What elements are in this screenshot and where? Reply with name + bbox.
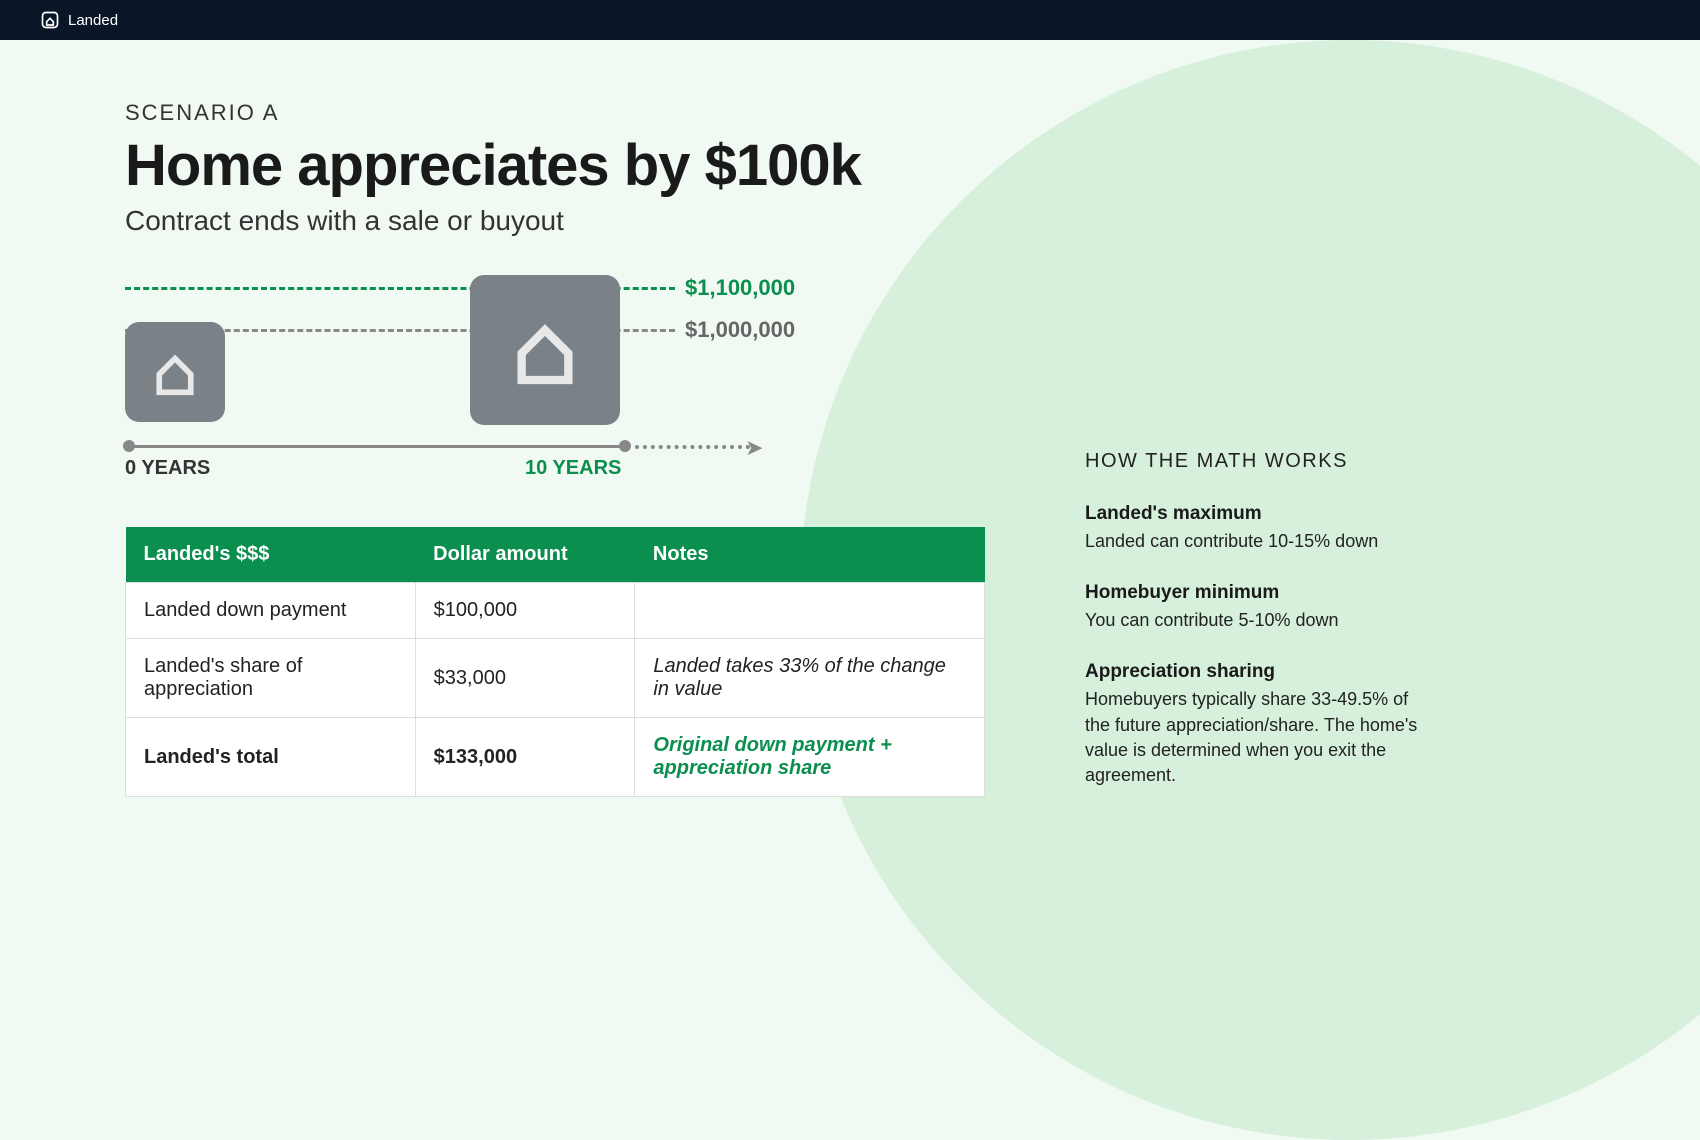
sidebar-heading: Homebuyer minimum (1085, 582, 1425, 604)
start-value-label: $1,000,000 (685, 317, 795, 343)
timeline-start-label: 0 YEARS (125, 457, 210, 480)
total-label: Landed's total (126, 718, 416, 797)
row-note (635, 583, 985, 639)
house-icon (148, 345, 202, 399)
sidebar-block: Landed's maximum Landed can contribute 1… (1085, 503, 1425, 554)
house-large-icon (470, 275, 620, 425)
sidebar-heading: Appreciation sharing (1085, 661, 1425, 683)
brand-logo: Landed (40, 10, 118, 30)
total-note: Original down payment + appreciation sha… (635, 718, 985, 797)
main-column: SCENARIO A Home appreciates by $100k Con… (125, 100, 1005, 816)
timeline-dot-end (619, 440, 631, 452)
breakdown-table: Landed's $$$ Dollar amount Notes Landed … (125, 527, 985, 797)
row-amount: $100,000 (415, 583, 635, 639)
row-label: Landed's share of appreciation (126, 639, 416, 718)
sidebar-heading: Landed's maximum (1085, 503, 1425, 525)
arrow-icon: ➤ (745, 435, 763, 461)
timeline-dot-start (123, 440, 135, 452)
scenario-eyebrow: SCENARIO A (125, 100, 1005, 126)
house-icon (505, 310, 585, 390)
sidebar-block: Appreciation sharing Homebuyers typicall… (1085, 661, 1425, 788)
table-row: Landed's share of appreciation $33,000 L… (126, 639, 985, 718)
table-total-row: Landed's total $133,000 Original down pa… (126, 718, 985, 797)
table-header: Notes (635, 527, 985, 583)
sidebar: HOW THE MATH WORKS Landed's maximum Land… (1085, 100, 1425, 816)
top-bar: Landed (0, 0, 1700, 40)
sidebar-block: Homebuyer minimum You can contribute 5-1… (1085, 582, 1425, 633)
appreciation-diagram: $1,100,000 $1,000,000 ➤ 0 YEARS (125, 277, 1005, 497)
row-amount: $33,000 (415, 639, 635, 718)
page-title: Home appreciates by $100k (125, 132, 1005, 199)
page-subtitle: Contract ends with a sale or buyout (125, 205, 1005, 237)
sidebar-body: You can contribute 5-10% down (1085, 608, 1425, 633)
table-header-row: Landed's $$$ Dollar amount Notes (126, 527, 985, 583)
timeline-dotted (635, 445, 750, 449)
total-amount: $133,000 (415, 718, 635, 797)
timeline-track (125, 445, 625, 448)
brand-name: Landed (68, 12, 118, 29)
content: SCENARIO A Home appreciates by $100k Con… (0, 40, 1700, 816)
row-note: Landed takes 33% of the change in value (635, 639, 985, 718)
sidebar-body: Landed can contribute 10-15% down (1085, 529, 1425, 554)
sidebar-title: HOW THE MATH WORKS (1085, 450, 1425, 473)
end-value-label: $1,100,000 (685, 275, 795, 301)
house-small-icon (125, 322, 225, 422)
table-row: Landed down payment $100,000 (126, 583, 985, 639)
table-header: Landed's $$$ (126, 527, 416, 583)
house-logo-icon (40, 10, 60, 30)
row-label: Landed down payment (126, 583, 416, 639)
timeline: ➤ (125, 435, 765, 465)
table-header: Dollar amount (415, 527, 635, 583)
timeline-end-label: 10 YEARS (525, 457, 621, 480)
sidebar-body: Homebuyers typically share 33-49.5% of t… (1085, 687, 1425, 788)
